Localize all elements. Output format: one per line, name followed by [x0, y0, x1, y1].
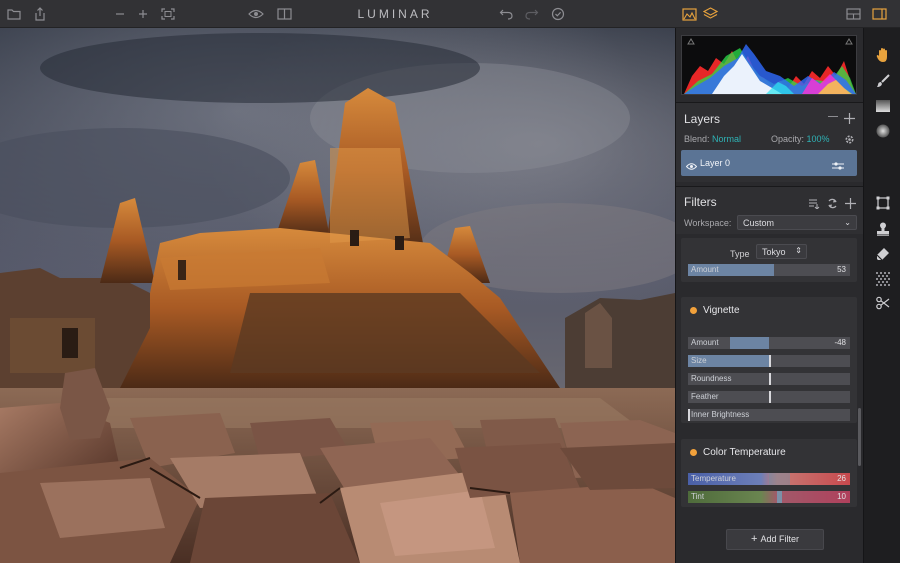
type-label: Type — [730, 249, 750, 259]
scissors-icon[interactable] — [874, 294, 891, 311]
amount-label: Amount — [691, 265, 719, 274]
layer-settings-gear-icon[interactable] — [844, 132, 855, 144]
workspace-label: Workspace: — [684, 218, 732, 228]
tint-slider-knob[interactable] — [777, 491, 783, 503]
histogram-toggle-icon[interactable] — [681, 6, 697, 22]
add-layer-icon[interactable] — [844, 111, 855, 124]
vignette-size-slider[interactable]: Size — [688, 355, 850, 367]
redo-icon[interactable] — [524, 6, 540, 22]
filter-list-icon[interactable] — [809, 196, 820, 210]
chevron-down-icon: ⌄ — [844, 218, 851, 227]
previous-filter-box: Type Tokyo ⇕ Amount 53 — [681, 238, 857, 282]
tint-label: Tint — [691, 492, 705, 501]
radial-icon[interactable] — [874, 122, 891, 139]
slider-label: Roundness — [691, 374, 732, 383]
slider-knob[interactable] — [769, 373, 771, 385]
app-title: LUMINAR — [357, 7, 433, 21]
workspace-dropdown[interactable]: Custom ⌄ — [737, 215, 857, 230]
temperature-slider[interactable]: Temperature 26 — [688, 473, 850, 485]
noise-pattern-icon[interactable] — [874, 270, 891, 287]
right-panel: Layers Blend: Normal Opacity: 100% Layer… — [675, 28, 864, 563]
tint-value: 10 — [837, 492, 846, 501]
workspace-value: Custom — [743, 218, 775, 228]
color-temperature-status-dot[interactable] — [690, 449, 697, 456]
zoom-out-icon[interactable] — [112, 6, 128, 22]
amount-slider[interactable]: Amount 53 — [688, 264, 850, 276]
clone-stamp-icon[interactable] — [874, 220, 891, 237]
slider-knob[interactable] — [688, 409, 690, 421]
fit-screen-icon[interactable] — [160, 6, 176, 22]
histogram — [681, 35, 857, 95]
slider-label: Feather — [691, 392, 719, 401]
slider-label: Amount — [691, 338, 719, 347]
photo-canvas[interactable] — [0, 28, 675, 563]
luminar-app: LUMINAR Layers Blend: Normal Opacity: 10… — [0, 0, 900, 563]
filters-section-header: Filters Workspace: Custom ⌄ — [676, 186, 864, 234]
temperature-value: 26 — [837, 474, 846, 483]
layers-toggle-icon[interactable] — [702, 6, 718, 22]
filters-title: Filters — [684, 195, 717, 209]
top-toolbar: LUMINAR — [0, 0, 900, 28]
vignette-title[interactable]: Vignette — [703, 305, 740, 316]
temple-photo — [0, 28, 675, 563]
brush-icon[interactable] — [874, 72, 891, 89]
gradient-icon[interactable] — [874, 97, 891, 114]
slider-knob[interactable] — [769, 355, 771, 367]
temperature-slider-fill — [769, 473, 791, 485]
opacity-label: Opacity: — [771, 134, 805, 144]
hand-icon[interactable] — [874, 46, 891, 63]
undo-icon[interactable] — [498, 6, 514, 22]
compare-icon[interactable] — [276, 6, 292, 22]
tint-slider[interactable]: Tint 10 — [688, 491, 850, 503]
layer-name: Layer 0 — [700, 158, 731, 168]
layers-title: Layers — [684, 112, 721, 126]
zoom-in-icon[interactable] — [135, 6, 151, 22]
color-temperature-title[interactable]: Color Temperature — [703, 447, 786, 458]
right-tool-strip — [863, 28, 900, 563]
stepper-icon: ⇕ — [795, 246, 802, 255]
side-panel-icon[interactable] — [871, 6, 887, 22]
vignette-filter: Vignette Amount -48 Size Roundness Feather In… — [681, 297, 857, 423]
eraser-icon[interactable] — [874, 245, 891, 262]
type-value: Tokyo — [762, 247, 786, 257]
refresh-icon[interactable] — [827, 196, 838, 209]
crop-icon[interactable] — [874, 194, 891, 211]
slider-value: -48 — [834, 338, 846, 347]
vignette-feather-slider[interactable]: Feather — [688, 391, 850, 403]
slider-fill — [730, 337, 769, 349]
slider-label: Inner Brightness — [691, 410, 750, 419]
vignette-amount-slider[interactable]: Amount -48 — [688, 337, 850, 349]
add-filter-plus-icon[interactable] — [845, 196, 856, 209]
folder-icon[interactable] — [6, 6, 22, 22]
slider-label: Size — [691, 356, 707, 365]
slider-knob[interactable] — [769, 391, 771, 403]
add-filter-label: Add Filter — [760, 534, 799, 544]
remove-layer-icon[interactable] — [828, 116, 838, 117]
blend-value[interactable]: Normal — [712, 134, 741, 144]
amount-value: 53 — [837, 265, 846, 274]
layer-visibility-eye-icon[interactable] — [685, 158, 698, 170]
plus-icon: + — [751, 533, 758, 545]
vignette-inner-brightness-slider[interactable]: Inner Brightness — [688, 409, 850, 421]
color-temperature-filter: Color Temperature Temperature 26 Tint 10 — [681, 439, 857, 507]
layer-adjust-icon[interactable] — [831, 158, 845, 170]
vignette-status-dot[interactable] — [690, 307, 697, 314]
add-filter-button[interactable]: + Add Filter — [726, 529, 824, 550]
temperature-label: Temperature — [691, 474, 736, 483]
preview-eye-icon[interactable] — [248, 6, 264, 22]
share-icon[interactable] — [32, 6, 48, 22]
type-dropdown[interactable]: Tokyo ⇕ — [756, 244, 807, 259]
blend-label: Blend: — [684, 134, 710, 144]
layout-icon[interactable] — [845, 6, 861, 22]
vignette-roundness-slider[interactable]: Roundness — [688, 373, 850, 385]
opacity-value[interactable]: 100% — [807, 134, 830, 144]
layer-row[interactable]: Layer 0 — [681, 150, 857, 176]
apply-check-icon[interactable] — [550, 6, 566, 22]
filters-scrollbar[interactable] — [858, 408, 861, 466]
